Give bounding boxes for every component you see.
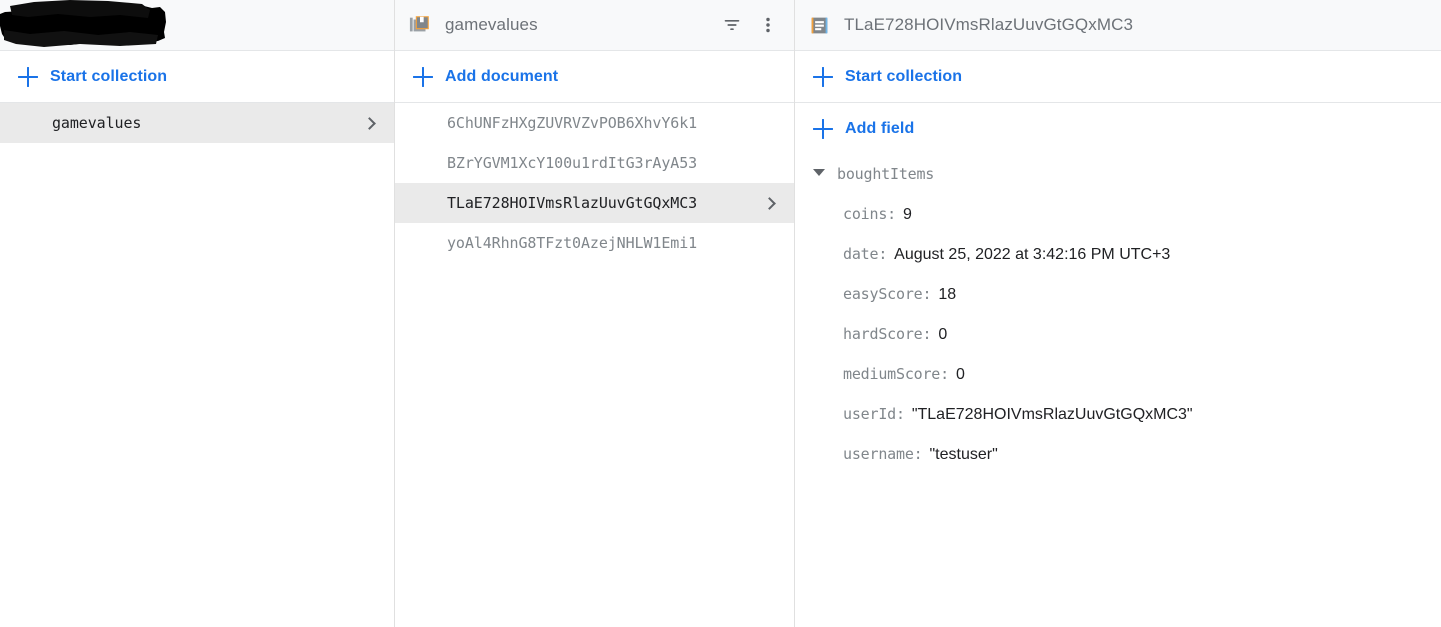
document-list-item-label: BZrYGVM1XcY100u1rdItG3rAyA53 xyxy=(447,154,698,172)
field-value: 0 xyxy=(955,366,965,383)
field-row-boughtItems[interactable]: boughtItems xyxy=(795,165,1441,205)
field-key: username: xyxy=(843,445,923,463)
collection-panel-header: gamevalues xyxy=(395,0,794,51)
field-key: date: xyxy=(843,245,888,263)
field-row-hardScore[interactable]: hardScore: 0 xyxy=(795,325,1441,365)
more-vert-icon[interactable] xyxy=(759,14,777,36)
document-list-item[interactable]: BZrYGVM1XcY100u1rdItG3rAyA53 xyxy=(395,143,794,183)
chevron-right-icon xyxy=(763,196,776,210)
field-value: August 25, 2022 at 3:42:16 PM UTC+3 xyxy=(894,246,1171,263)
document-list-item-label: yoAl4RhnG8TFzt0AzejNHLW1Emi1 xyxy=(447,234,698,252)
document-list-item[interactable]: 6ChUNFzHXgZUVRVZvPOB6XhvY6k1 xyxy=(395,103,794,143)
field-row-coins[interactable]: coins: 9 xyxy=(795,205,1441,245)
field-key: easyScore: xyxy=(843,285,932,303)
add-document-label: Add document xyxy=(445,67,559,85)
root-panel-header xyxy=(0,0,394,51)
collection-icon xyxy=(409,14,431,36)
field-row-date[interactable]: date: August 25, 2022 at 3:42:16 PM UTC+… xyxy=(795,245,1441,285)
field-key: hardScore: xyxy=(843,325,932,343)
redaction-overlay xyxy=(0,0,166,47)
plus-icon xyxy=(413,66,433,87)
collection-list-item[interactable]: gamevalues xyxy=(0,103,394,143)
plus-icon xyxy=(18,66,38,87)
document-list-item-label: TLaE728HOIVmsRlazUuvGtGQxMC3 xyxy=(447,194,698,212)
field-row-mediumScore[interactable]: mediumScore: 0 xyxy=(795,365,1441,405)
document-list: 6ChUNFzHXgZUVRVZvPOB6XhvY6k1 BZrYGVM1XcY… xyxy=(395,103,794,263)
field-value: 18 xyxy=(938,286,957,303)
plus-icon xyxy=(813,119,833,139)
field-row-easyScore[interactable]: easyScore: 18 xyxy=(795,285,1441,325)
field-value: "TLaE728HOIVmsRlazUuvGtGQxMC3" xyxy=(911,406,1193,423)
document-list-item-selected[interactable]: TLaE728HOIVmsRlazUuvGtGQxMC3 xyxy=(395,183,794,223)
collection-panel-title: gamevalues xyxy=(445,15,538,34)
document-icon xyxy=(809,15,830,36)
document-panel-header: TLaE728HOIVmsRlazUuvGtGQxMC3 xyxy=(795,0,1441,51)
collection-list-item-label: gamevalues xyxy=(52,114,142,132)
field-row-userId[interactable]: userId: "TLaE728HOIVmsRlazUuvGtGQxMC3" xyxy=(795,405,1441,445)
root-start-collection-label: Start collection xyxy=(50,67,168,85)
root-panel: Start collection gamevalues xyxy=(0,0,394,627)
field-key: coins: xyxy=(843,205,896,223)
plus-icon xyxy=(813,66,833,87)
add-document-button[interactable]: Add document xyxy=(395,51,794,103)
collection-panel-actions xyxy=(721,14,777,36)
add-field-label: Add field xyxy=(845,120,915,137)
document-list-item[interactable]: yoAl4RhnG8TFzt0AzejNHLW1Emi1 xyxy=(395,223,794,263)
firestore-data-browser: Start collection gamevalues gamevalues A… xyxy=(0,0,1441,627)
field-key: mediumScore: xyxy=(843,365,949,383)
collection-panel: gamevalues Add document 6ChUNFzHXgZUVRVZ… xyxy=(395,0,794,627)
caret-down-icon[interactable] xyxy=(813,169,825,176)
root-collection-list: gamevalues xyxy=(0,103,394,143)
document-list-item-label: 6ChUNFzHXgZUVRVZvPOB6XhvY6k1 xyxy=(447,114,698,132)
field-value: 0 xyxy=(938,326,948,343)
root-start-collection-button[interactable]: Start collection xyxy=(0,51,394,103)
field-row-username[interactable]: username: "testuser" xyxy=(795,445,1441,485)
field-value: 9 xyxy=(903,206,912,223)
document-start-collection-label: Start collection xyxy=(845,67,963,85)
field-key: userId: xyxy=(843,405,905,423)
chevron-right-icon xyxy=(363,116,376,130)
document-fields: boughtItems coins: 9 date: August 25, 20… xyxy=(795,155,1441,485)
field-value: "testuser" xyxy=(929,446,998,463)
document-panel-title: TLaE728HOIVmsRlazUuvGtGQxMC3 xyxy=(844,15,1134,34)
document-panel: TLaE728HOIVmsRlazUuvGtGQxMC3 Start colle… xyxy=(795,0,1441,627)
add-field-button[interactable]: Add field xyxy=(795,103,1441,155)
field-key: boughtItems xyxy=(837,165,935,183)
filter-icon[interactable] xyxy=(721,14,743,36)
document-start-collection-button[interactable]: Start collection xyxy=(795,51,1441,103)
